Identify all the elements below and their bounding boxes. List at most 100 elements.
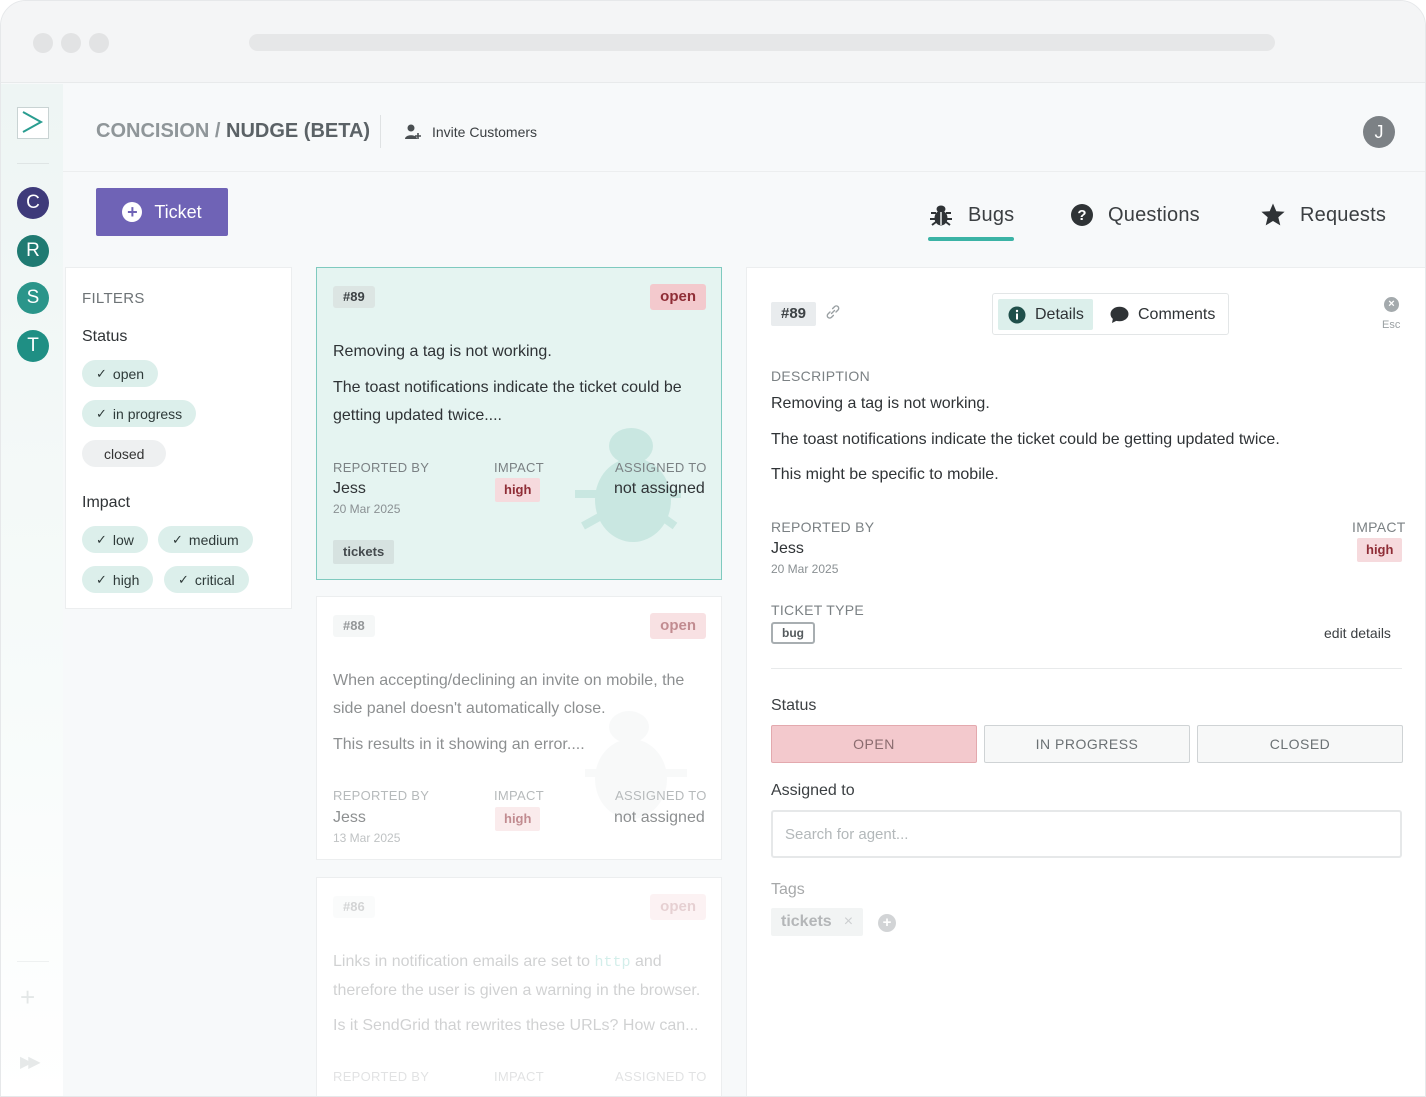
impact-label: IMPACT bbox=[1352, 519, 1406, 535]
status-badge: open bbox=[650, 894, 706, 920]
tab-questions-label: Questions bbox=[1108, 203, 1200, 226]
filter-chip-label: high bbox=[112, 571, 140, 588]
ticket-id-badge: #89 bbox=[333, 286, 375, 308]
filter-impact-low[interactable]: ✓ low bbox=[82, 526, 148, 553]
tab-comments[interactable]: Comments bbox=[1110, 299, 1215, 330]
assigned-to-label: ASSIGNED TO bbox=[615, 460, 707, 475]
impact-label: IMPACT bbox=[494, 1069, 544, 1084]
filters-panel: FILTERS Status ✓ open ✓ in progress closed… bbox=[65, 267, 292, 609]
ticket-summary: The toast notifications indicate the tic… bbox=[333, 379, 682, 424]
add-user-icon bbox=[405, 124, 421, 139]
check-icon: ✓ bbox=[172, 531, 183, 547]
check-icon: ✓ bbox=[96, 571, 107, 587]
filter-chip-label: closed bbox=[104, 445, 145, 462]
ticket-card-89[interactable]: #89 open Removing a tag is not working. … bbox=[316, 267, 722, 580]
ticket-title: When accepting/declining an invite on mo… bbox=[333, 672, 685, 717]
rail-divider bbox=[17, 163, 49, 164]
add-workspace-icon[interactable]: + bbox=[20, 982, 35, 1013]
reported-by-label: REPORTED BY bbox=[333, 460, 430, 475]
tab-details-label: Details bbox=[1035, 305, 1084, 323]
user-avatar[interactable]: J bbox=[1363, 116, 1395, 148]
status-in-progress-button[interactable]: IN PROGRESS bbox=[984, 725, 1190, 763]
tab-bugs-label: Bugs bbox=[968, 203, 1015, 226]
copy-link-icon[interactable] bbox=[825, 304, 841, 320]
star-icon bbox=[1261, 203, 1285, 226]
filter-status-in-progress[interactable]: ✓ in progress bbox=[82, 400, 197, 427]
workspace-s[interactable]: S bbox=[17, 282, 49, 314]
impact-filter-label: Impact bbox=[82, 494, 131, 511]
reported-by-label: REPORTED BY bbox=[333, 1069, 430, 1084]
detail-divider bbox=[771, 668, 1402, 669]
tag-pill: tickets × bbox=[771, 908, 864, 936]
header-rule bbox=[63, 171, 1425, 172]
ticket-title-code: http bbox=[594, 954, 631, 971]
filters-title: FILTERS bbox=[82, 290, 145, 307]
filter-chip-label: open bbox=[112, 365, 145, 382]
ticket-tag: tickets bbox=[333, 540, 395, 564]
filter-chip-label: low bbox=[112, 531, 134, 548]
breadcrumb: CONCISION / NUDGE (BETA) bbox=[96, 120, 370, 143]
agent-search-input[interactable] bbox=[771, 810, 1402, 858]
window-close-dot[interactable] bbox=[33, 33, 53, 53]
plus-circle-icon: + bbox=[122, 202, 143, 222]
ticket-card-86[interactable]: #86 open Links in notification emails ar… bbox=[316, 877, 722, 1096]
status-badge: open bbox=[650, 613, 706, 639]
edit-details-link[interactable]: edit details bbox=[1324, 625, 1391, 641]
filter-status-open[interactable]: ✓ open bbox=[82, 360, 159, 387]
impact-label: IMPACT bbox=[494, 788, 544, 803]
detail-view-switcher: Details Comments bbox=[992, 293, 1229, 335]
status-closed-button[interactable]: CLOSED bbox=[1197, 725, 1403, 763]
close-panel-icon[interactable]: × bbox=[1384, 297, 1399, 312]
description-line: The toast notifications indicate the tic… bbox=[771, 431, 1280, 448]
filter-impact-medium[interactable]: ✓ medium bbox=[158, 526, 253, 553]
logo-chevron-icon bbox=[22, 111, 44, 133]
assigned-to-label: ASSIGNED TO bbox=[615, 1069, 707, 1084]
workspace-r[interactable]: R bbox=[17, 235, 49, 267]
invite-customers-button[interactable]: Invite Customers bbox=[404, 123, 537, 141]
filter-status-closed[interactable]: closed bbox=[82, 440, 167, 467]
reported-date: 13 Mar 2025 bbox=[333, 831, 401, 845]
tab-requests[interactable]: Requests bbox=[1260, 196, 1386, 234]
rail-divider-bottom bbox=[17, 961, 49, 962]
check-icon: ✓ bbox=[96, 365, 107, 381]
description-line: This might be specific to mobile. bbox=[771, 466, 999, 483]
breadcrumb-org[interactable]: CONCISION / bbox=[96, 120, 220, 142]
ticket-type-label: TICKET TYPE bbox=[771, 602, 865, 618]
workspace-t[interactable]: T bbox=[17, 330, 49, 362]
ticket-card-88[interactable]: #88 open When accepting/declining an inv… bbox=[316, 596, 722, 860]
new-ticket-label: Ticket bbox=[154, 201, 202, 222]
tab-questions[interactable]: ? Questions bbox=[1070, 196, 1200, 234]
status-filter-label: Status bbox=[82, 328, 128, 345]
impact-label: IMPACT bbox=[494, 460, 544, 475]
filter-impact-high[interactable]: ✓ high bbox=[82, 566, 154, 593]
new-ticket-button[interactable]: + Ticket bbox=[96, 188, 228, 236]
expand-rail-icon[interactable]: ▶▶ bbox=[20, 1052, 41, 1072]
impact-badge: high bbox=[1357, 538, 1403, 562]
tab-comments-label: Comments bbox=[1138, 305, 1216, 323]
status-label: Status bbox=[771, 697, 817, 714]
description-line: Removing a tag is not working. bbox=[771, 395, 990, 412]
tab-details[interactable]: Details bbox=[998, 299, 1093, 330]
invite-customers-label: Invite Customers bbox=[432, 124, 538, 140]
filter-chip-label: in progress bbox=[112, 405, 183, 422]
remove-tag-icon[interactable]: × bbox=[844, 908, 853, 936]
info-icon bbox=[1008, 306, 1026, 323]
workspace-c[interactable]: C bbox=[17, 187, 49, 219]
status-open-button[interactable]: OPEN bbox=[771, 725, 977, 763]
reporter-name: Jess bbox=[333, 809, 366, 826]
tab-requests-label: Requests bbox=[1300, 203, 1387, 226]
header-divider bbox=[380, 115, 381, 148]
address-bar[interactable] bbox=[249, 34, 1275, 51]
reported-by-label: REPORTED BY bbox=[333, 788, 430, 803]
reporter-name: Jess bbox=[333, 480, 366, 497]
window-minimize-dot[interactable] bbox=[61, 33, 81, 53]
filter-chip-label: medium bbox=[188, 531, 239, 548]
description-label: DESCRIPTION bbox=[771, 368, 870, 384]
app-logo[interactable] bbox=[17, 107, 49, 139]
ticket-type-badge: bug bbox=[771, 622, 815, 644]
window-maximize-dot[interactable] bbox=[89, 33, 109, 53]
reported-date: 20 Mar 2025 bbox=[333, 502, 401, 516]
tab-bugs[interactable]: Bugs bbox=[928, 196, 1015, 241]
add-tag-icon[interactable]: + bbox=[878, 914, 896, 932]
filter-impact-critical[interactable]: ✓ critical bbox=[164, 566, 249, 593]
